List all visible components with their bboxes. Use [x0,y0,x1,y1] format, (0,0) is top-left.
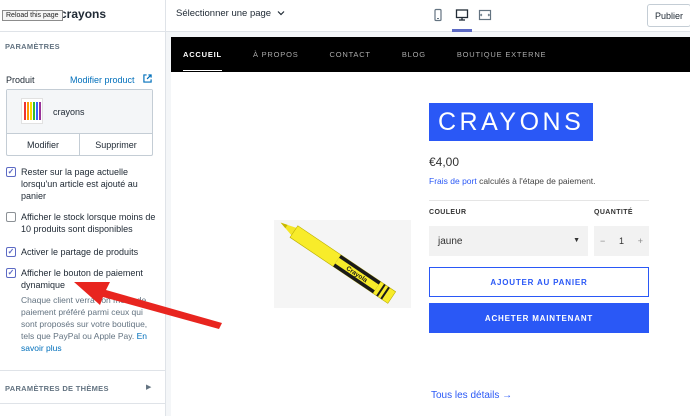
shipping-link[interactable]: Frais de port [429,176,477,186]
theme-settings-label: PARAMÈTRES DE THÈMES [5,384,109,393]
reload-tooltip: Reload this page [2,10,63,21]
option-show-stock[interactable]: Afficher le stock lorsque moins de 10 pr… [6,211,159,235]
option-label: Afficher le bouton de paiement dynamique [21,268,143,290]
option-label: Activer le partage de produits [21,247,139,257]
color-label: COULEUR [429,209,467,216]
chevron-right-icon: ▶ [146,384,152,391]
active-device-indicator [452,29,472,32]
modify-product-link[interactable]: Modifier product [70,75,135,85]
store-nav: ACCUEIL À PROPOS CONTACT BLOG BOUTIQUE E… [171,37,690,72]
product-label: Produit [6,75,35,85]
nav-item-external-store[interactable]: BOUTIQUE EXTERNE [457,50,546,59]
page-selector[interactable]: Sélectionner une page [176,8,285,19]
all-details-link[interactable]: Tous les détails → [431,390,512,401]
publish-button[interactable]: Publier [647,4,690,27]
quantity-value[interactable]: 1 [619,236,624,246]
product-title: CRAYONS [429,103,594,141]
delete-product-button[interactable]: Supprimer [79,134,152,156]
shipping-note: Frais de port calculés à l'étape de paie… [429,176,596,186]
product-image: Crayola [274,220,411,308]
edit-product-button[interactable]: Modifier [7,134,79,156]
section-heading-params: PARAMÈTRES [5,42,60,51]
help-text: Chaque client verra son mode de paiement… [21,294,155,354]
editor-topbar: Sélectionner une page Publier [166,0,690,32]
shipping-text: calculés à l'étape de paiement. [476,176,596,186]
minus-icon[interactable]: − [600,236,605,246]
mobile-view-icon[interactable] [431,8,445,22]
settings-sidebar: Reload this page crayons PARAMÈTRES Prod… [0,0,166,416]
product-name: crayons [53,107,85,117]
theme-settings-section[interactable]: PARAMÈTRES DE THÈMES ▶ [0,370,165,404]
quantity-stepper[interactable]: − 1 + [594,226,649,256]
chevron-down-icon [277,11,285,16]
buy-now-button[interactable]: ACHETER MAINTENANT [429,303,649,333]
add-to-cart-button[interactable]: AJOUTER AU PANIER [429,267,649,297]
plus-icon[interactable]: + [638,236,643,246]
product-price: €4,00 [429,155,460,169]
caret-down-icon: ▼ [573,237,580,244]
checkbox-unchecked[interactable] [6,212,16,222]
help-description: Chaque client verra son mode de paiement… [21,295,148,341]
divider [429,200,649,201]
option-dynamic-checkout[interactable]: Afficher le bouton de paiement dynamique [6,267,159,291]
quantity-label: QUANTITÉ [594,209,633,216]
store-preview: ACCUEIL À PROPOS CONTACT BLOG BOUTIQUE E… [171,37,690,416]
checkbox-checked[interactable] [6,247,16,257]
sidebar-header: Reload this page crayons [0,0,165,32]
option-label: Afficher le stock lorsque moins de 10 pr… [21,212,156,234]
desktop-view-icon[interactable] [455,8,469,22]
external-link-icon[interactable] [143,74,152,83]
option-product-sharing[interactable]: Activer le partage de produits [6,246,159,258]
nav-item-home[interactable]: ACCUEIL [183,50,222,71]
product-card: crayons Modifier Supprimer [6,89,153,156]
option-stay-on-page[interactable]: Rester sur la page actuelle lorsqu'un ar… [6,166,159,202]
option-label: Rester sur la page actuelle lorsqu'un ar… [21,167,138,201]
product-thumbnail [21,98,43,124]
fullscreen-view-icon[interactable] [478,8,492,22]
nav-item-about[interactable]: À PROPOS [253,50,299,59]
checkbox-checked[interactable] [6,167,16,177]
nav-item-blog[interactable]: BLOG [402,50,426,59]
color-select[interactable]: jaune ▼ [429,226,588,256]
page-title: crayons [60,7,107,21]
checkbox-checked[interactable] [6,268,16,278]
color-select-value: jaune [438,235,463,247]
nav-item-contact[interactable]: CONTACT [330,50,371,59]
page-selector-label: Sélectionner une page [176,8,272,19]
